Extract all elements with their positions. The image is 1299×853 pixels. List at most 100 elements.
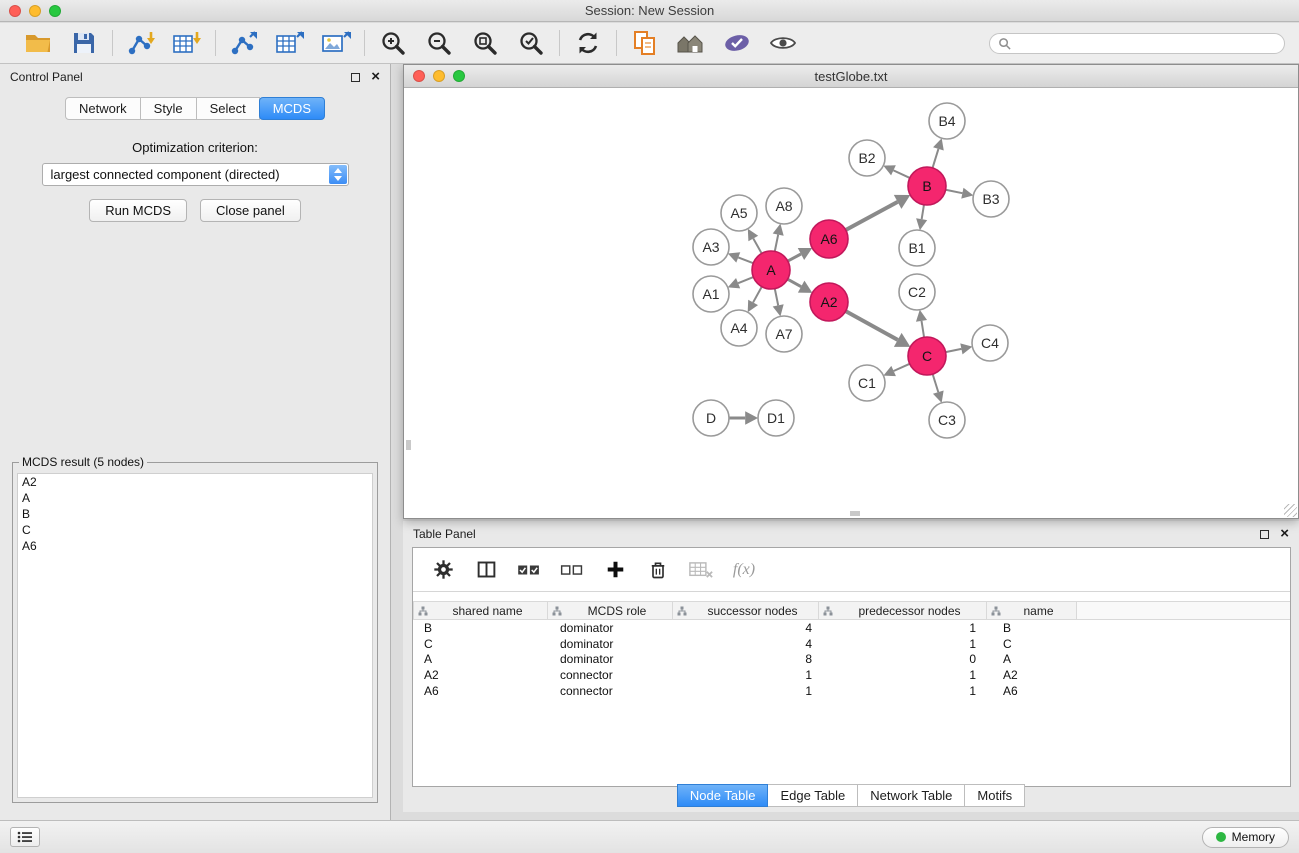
column-header-shared-name[interactable]: shared name (413, 601, 548, 620)
export-network-icon[interactable] (227, 28, 261, 58)
graph-node-D[interactable]: D (693, 400, 729, 436)
delete-table-icon[interactable] (688, 556, 714, 584)
close-panel-button[interactable]: Close panel (200, 199, 301, 222)
zoom-fit-icon[interactable] (468, 28, 502, 58)
tab-select[interactable]: Select (197, 97, 260, 120)
window-controls (9, 5, 61, 17)
memory-button[interactable]: Memory (1202, 827, 1289, 848)
graph-node-A2[interactable]: A2 (810, 283, 848, 321)
column-header-successor-nodes[interactable]: successor nodes (673, 601, 819, 620)
search-field[interactable] (989, 33, 1285, 54)
minimize-window-button[interactable] (29, 5, 41, 17)
node-table-container: f(x) shared nameMCDS rolesuccessor nodes… (412, 547, 1291, 787)
export-image-icon[interactable] (319, 28, 353, 58)
graph-node-A3[interactable]: A3 (693, 229, 729, 265)
column-header-predecessor-nodes[interactable]: predecessor nodes (819, 601, 987, 620)
zoom-network-window-button[interactable] (453, 70, 465, 82)
graph-node-A1[interactable]: A1 (693, 276, 729, 312)
graph-node-A7[interactable]: A7 (766, 316, 802, 352)
mcds-result-item[interactable]: C (18, 522, 372, 538)
tab-style[interactable]: Style (141, 97, 197, 120)
graph-node-A8[interactable]: A8 (766, 188, 802, 224)
import-network-icon[interactable] (124, 28, 158, 58)
close-panel-icon[interactable]: × (371, 72, 380, 82)
tab-edge-table[interactable]: Edge Table (768, 784, 858, 807)
column-header-name[interactable]: name (987, 601, 1077, 620)
deselect-all-checkboxes-icon[interactable] (559, 556, 585, 584)
zoom-out-icon[interactable] (422, 28, 456, 58)
table-settings-gear-icon[interactable] (430, 556, 456, 584)
tab-network-table[interactable]: Network Table (858, 784, 965, 807)
network-canvas[interactable]: B4 B2 B B3 A5A8A6 B1 A3 A C2 A1 A2 A4A7 C4 C C1 C3 D D1 (404, 89, 1298, 518)
mcds-result-item[interactable]: A2 (18, 474, 372, 490)
table-cell: dominator (548, 621, 673, 635)
save-session-floppy-icon[interactable] (67, 28, 101, 58)
delete-trash-icon[interactable] (645, 556, 671, 584)
graph-node-C3[interactable]: C3 (929, 402, 965, 438)
mcds-result-list[interactable]: A2ABCA6 (17, 473, 373, 798)
graph-node-C1[interactable]: C1 (849, 365, 885, 401)
table-cell: 1 (819, 621, 987, 635)
zoom-in-icon[interactable] (376, 28, 410, 58)
run-mcds-button[interactable]: Run MCDS (89, 199, 187, 222)
graph-node-A6[interactable]: A6 (810, 220, 848, 258)
column-hierarchy-icon (823, 606, 833, 616)
mcds-result-item[interactable]: B (18, 506, 372, 522)
select-all-checkboxes-icon[interactable] (516, 556, 542, 584)
show-panels-list-icon[interactable] (10, 827, 40, 847)
show-columns-icon[interactable] (473, 556, 499, 584)
graph-node-C[interactable]: C (908, 337, 946, 375)
table-row[interactable]: Bdominator41B (413, 620, 1290, 636)
table-cell: dominator (548, 652, 673, 666)
tab-motifs[interactable]: Motifs (965, 784, 1025, 807)
zoom-selected-icon[interactable] (514, 28, 548, 58)
eye-icon[interactable] (766, 28, 800, 58)
main-toolbar (0, 23, 1299, 64)
table-row[interactable]: A6connector11A6 (413, 683, 1290, 699)
float-table-panel-icon[interactable] (1260, 530, 1269, 539)
houses-icon[interactable] (674, 28, 708, 58)
graph-node-C4[interactable]: C4 (972, 325, 1008, 361)
function-builder-icon[interactable]: f(x) (731, 556, 757, 584)
graph-node-A5[interactable]: A5 (721, 195, 757, 231)
graph-node-A4[interactable]: A4 (721, 310, 757, 346)
column-header-MCDS-role[interactable]: MCDS role (548, 601, 673, 620)
import-table-icon[interactable] (170, 28, 204, 58)
table-row[interactable]: Cdominator41C (413, 636, 1290, 652)
mcds-result-item[interactable]: A (18, 490, 372, 506)
copy-documents-icon[interactable] (628, 28, 662, 58)
tab-node-table[interactable]: Node Table (677, 784, 769, 807)
graph-node-B2[interactable]: B2 (849, 140, 885, 176)
graph-node-B4[interactable]: B4 (929, 103, 965, 139)
graph-node-B3[interactable]: B3 (973, 181, 1009, 217)
float-panel-icon[interactable] (351, 73, 360, 82)
table-row[interactable]: Adominator80A (413, 651, 1290, 667)
graph-node-C2[interactable]: C2 (899, 274, 935, 310)
search-input[interactable] (1016, 36, 1276, 50)
column-hierarchy-icon (552, 606, 562, 616)
graph-node-D1[interactable]: D1 (758, 400, 794, 436)
tab-network[interactable]: Network (65, 97, 141, 120)
table-row[interactable]: A2connector11A2 (413, 667, 1290, 683)
resize-grip[interactable] (1284, 504, 1297, 517)
graph-node-B[interactable]: B (908, 167, 946, 205)
minimize-network-window-button[interactable] (433, 70, 445, 82)
table-body: Bdominator41BCdominator41CAdominator80AA… (413, 620, 1290, 698)
close-window-button[interactable] (9, 5, 21, 17)
close-network-window-button[interactable] (413, 70, 425, 82)
close-table-panel-icon[interactable]: × (1280, 529, 1289, 539)
apply-layout-refresh-icon[interactable] (571, 28, 605, 58)
mcds-result-item[interactable]: A6 (18, 538, 372, 554)
tab-mcds[interactable]: MCDS (259, 97, 325, 120)
column-hierarchy-icon (991, 606, 1001, 616)
graph-node-A[interactable]: A (752, 251, 790, 289)
graph-node-B1[interactable]: B1 (899, 230, 935, 266)
open-session-folder-icon[interactable] (21, 28, 55, 58)
add-column-plus-icon[interactable] (602, 556, 628, 584)
svg-text:A: A (766, 262, 776, 278)
export-table-icon[interactable] (273, 28, 307, 58)
venn-check-icon[interactable] (720, 28, 754, 58)
zoom-window-button[interactable] (49, 5, 61, 17)
network-window-titlebar[interactable]: testGlobe.txt (404, 65, 1298, 88)
criterion-select[interactable]: largest connected component (directed) (42, 163, 349, 186)
